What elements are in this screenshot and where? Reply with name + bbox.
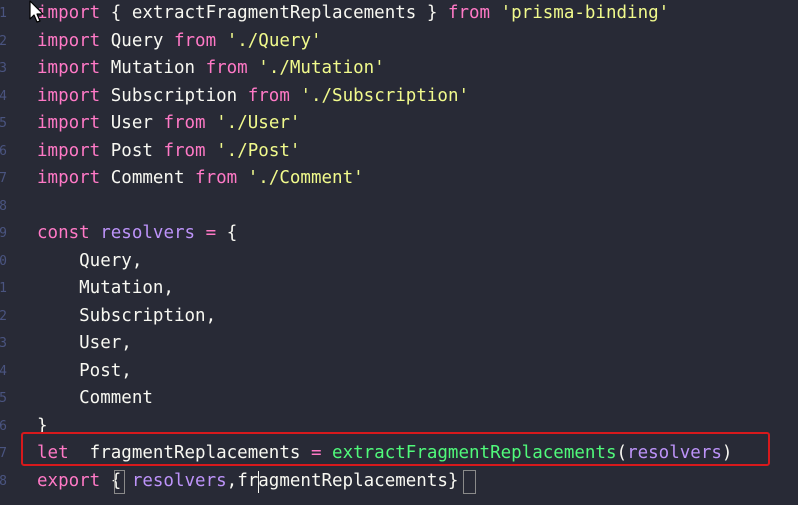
code-line[interactable]: Comment xyxy=(37,385,153,413)
line-number: 8 xyxy=(0,473,7,489)
code-line[interactable]: Post, xyxy=(37,358,132,386)
code-token: from xyxy=(205,58,248,78)
code-token: 'prisma-binding' xyxy=(500,3,670,23)
code-token: import xyxy=(37,58,101,78)
code-editor[interactable]: 1 2 3 4 5 6 7 8 9 0 1 2 3 4 5 6 7 8 import { extractFragm… xyxy=(0,0,798,505)
code-line[interactable]: import { extractFragmentReplacements } f… xyxy=(37,0,669,28)
code-token: const xyxy=(37,223,90,243)
code-token: Mutation xyxy=(100,58,206,78)
code-token: { xyxy=(216,223,238,243)
code-token: ,fragmentReplacements} xyxy=(226,470,459,491)
code-line[interactable]: import Subscription from './Subscription… xyxy=(37,83,469,111)
code-token: export xyxy=(37,470,101,491)
bracket-match-open xyxy=(114,470,125,494)
code-token: './Subscription' xyxy=(300,85,470,106)
line-number: 8 xyxy=(0,198,7,214)
code-token: Mutation, xyxy=(37,278,174,298)
line-number: 2 xyxy=(0,33,7,49)
line-number: 5 xyxy=(0,391,7,406)
code-line[interactable]: const resolvers = { xyxy=(37,220,237,248)
code-line[interactable]: import Comment from './Comment' xyxy=(37,165,364,193)
code-token: import xyxy=(37,113,101,133)
code-token: Query, xyxy=(37,250,143,271)
line-number: 7 xyxy=(0,171,7,186)
code-line[interactable]: Query, xyxy=(37,248,142,276)
line-number: 6 xyxy=(0,143,7,159)
code-token: User, xyxy=(37,333,132,353)
code-token: import xyxy=(37,140,101,161)
code-token: Post, xyxy=(37,360,132,381)
code-token: './Post' xyxy=(216,140,301,161)
code-token: from xyxy=(163,140,206,161)
line-number: 3 xyxy=(0,336,7,351)
text-cursor xyxy=(258,471,259,493)
code-token: import xyxy=(37,168,101,188)
code-token: import xyxy=(37,30,101,51)
code-token: Query xyxy=(100,30,174,51)
code-line[interactable]: import Query from './Query' xyxy=(37,28,322,56)
code-line[interactable]: Mutation, xyxy=(37,275,174,303)
code-line[interactable]: Subscription, xyxy=(37,303,216,331)
code-token: Subscription xyxy=(100,85,248,106)
code-token: './Comment' xyxy=(247,168,364,188)
code-token: import xyxy=(37,85,101,106)
bracket-match-close xyxy=(463,470,476,494)
code-token: Comment xyxy=(100,168,196,188)
mouse-pointer-icon xyxy=(29,0,44,23)
code-line[interactable]: import Mutation from './Mutation' xyxy=(37,55,385,83)
line-number: 3 xyxy=(0,61,7,76)
code-token: User xyxy=(100,113,164,133)
code-token: Comment xyxy=(37,388,153,408)
code-token: from xyxy=(173,30,217,51)
code-token: Post xyxy=(100,140,164,161)
line-number: 1 xyxy=(0,6,7,21)
line-number: 1 xyxy=(0,281,7,296)
line-number: 7 xyxy=(0,446,7,461)
line-number-gutter: 1 2 3 4 5 6 7 8 9 0 1 2 3 4 5 6 7 8 xyxy=(0,0,8,505)
code-token: './User' xyxy=(216,113,301,133)
code-area[interactable]: import { extractFragmentReplacements } f… xyxy=(37,0,798,505)
code-line[interactable]: import User from './User' xyxy=(37,110,300,138)
highlight-annotation-box xyxy=(21,432,770,466)
line-number: 5 xyxy=(0,116,7,131)
code-token: from xyxy=(447,3,491,23)
code-token: import xyxy=(37,3,101,23)
line-number: 4 xyxy=(0,88,7,104)
line-number: 2 xyxy=(0,308,7,324)
code-token: './Query' xyxy=(226,30,322,51)
code-line[interactable]: import Post from './Post' xyxy=(37,138,300,166)
code-token: Subscription, xyxy=(37,305,217,326)
code-token: { extractFragmentReplacements } xyxy=(100,3,448,23)
code-token: resolvers xyxy=(131,470,227,491)
line-number: 9 xyxy=(0,226,7,241)
code-line[interactable]: User, xyxy=(37,330,132,358)
line-number: 4 xyxy=(0,363,7,379)
code-token: resolvers xyxy=(100,223,196,243)
code-token: from xyxy=(163,113,206,133)
code-token: './Mutation' xyxy=(258,58,385,78)
code-token: from xyxy=(247,85,290,106)
line-number: 0 xyxy=(0,253,7,269)
code-token: = xyxy=(205,223,217,243)
code-token: from xyxy=(195,168,238,188)
code-line[interactable]: export { resolvers,fragmentReplacements} xyxy=(37,468,458,496)
line-number: 6 xyxy=(0,418,7,434)
